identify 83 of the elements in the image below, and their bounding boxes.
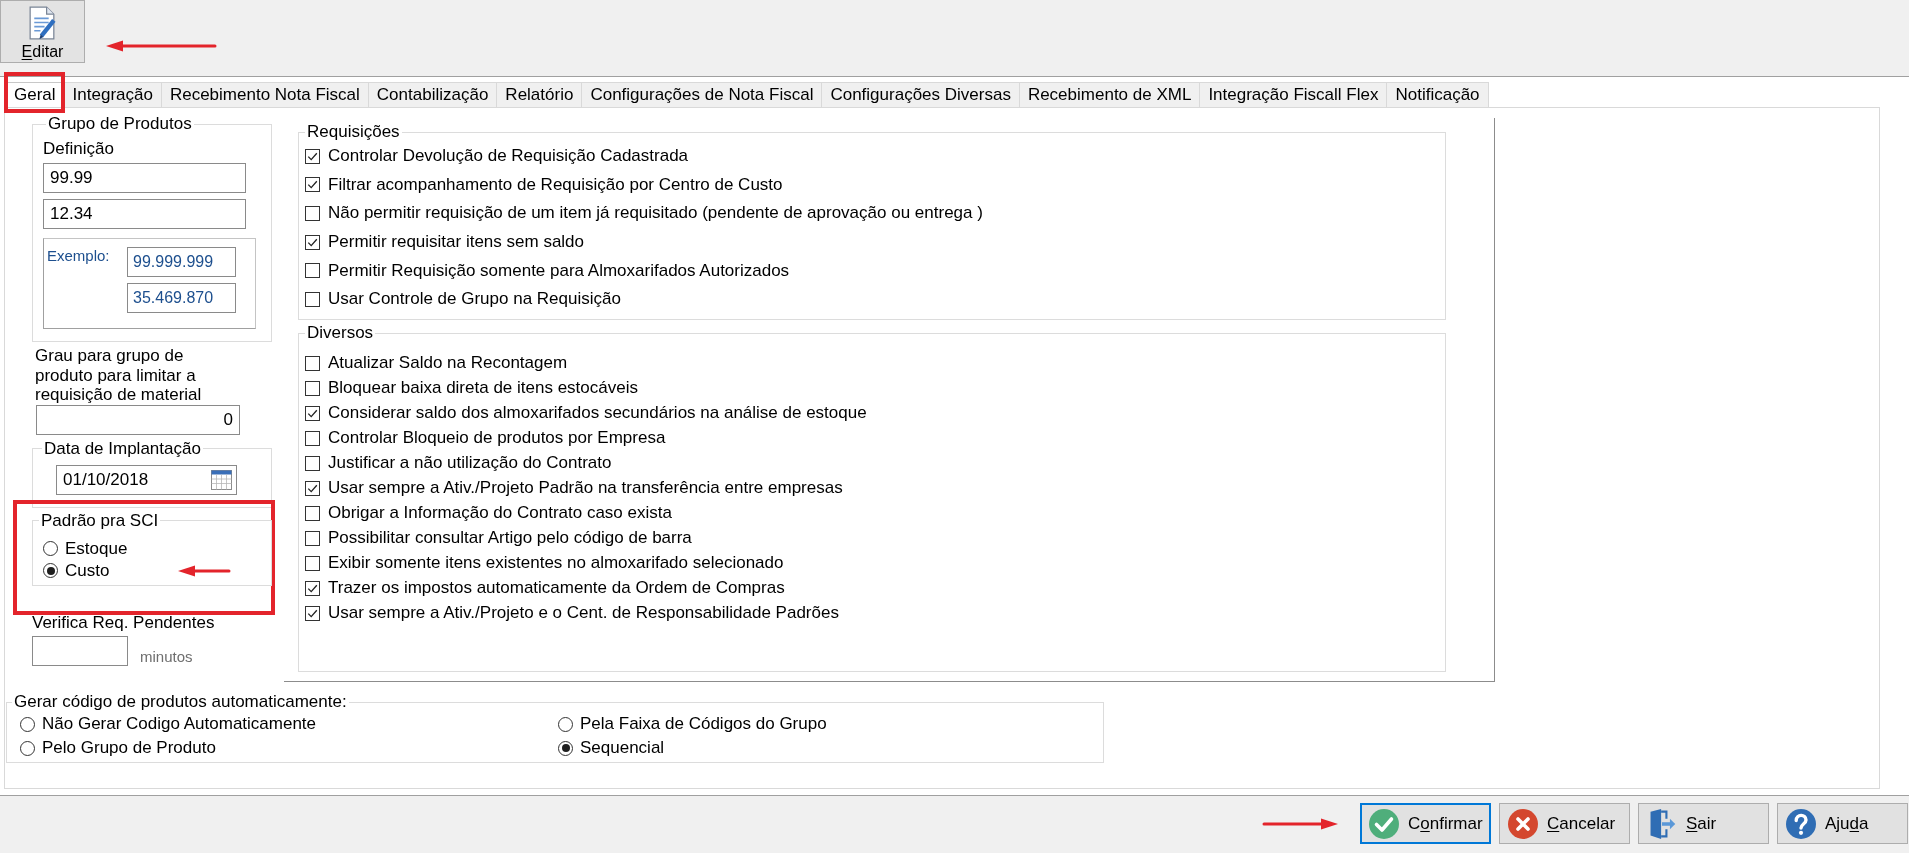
cancel-icon [1508,808,1538,839]
document-pencil-icon [28,6,57,41]
checkbox-label: Bloquear baixa direta de itens estocáveis [328,378,638,398]
checkbox[interactable] [305,263,320,279]
checkbox[interactable] [305,530,320,546]
checkbox[interactable] [305,148,320,164]
tab[interactable]: Notificação [1386,82,1489,107]
radio-label: Pelo Grupo de Produto [42,738,216,758]
checkbox[interactable] [305,505,320,521]
tab[interactable]: Configurações Diversas [821,82,1020,107]
confirm-button[interactable]: Confirmar [1360,803,1491,844]
checkbox-label: Permitir requisitar itens sem saldo [328,232,585,253]
tab[interactable]: Recebimento Nota Fiscal [160,82,369,107]
radio-label: Estoque [65,538,128,559]
checkbox[interactable] [305,405,320,421]
checkbox-label: Possibilitar consultar Artigo pelo código de barra [328,528,692,548]
checkbox-label: Atualizar Saldo na Recontagem [328,353,568,373]
check-circle-icon [1369,808,1399,839]
checkbox[interactable] [305,555,320,571]
input-field[interactable]: 12.34 [43,199,246,229]
example-field: 35.469.870 [127,283,236,313]
calendar-icon[interactable] [211,469,232,490]
input-field[interactable]: 0 [36,404,240,435]
radio-button[interactable] [558,716,573,732]
checkbox[interactable] [305,177,320,193]
checkbox[interactable] [305,480,320,496]
checkbox-label: Justificar a não utilização do Contrato [328,453,612,473]
checkbox[interactable] [305,291,320,307]
checkbox-label: Exibir somente itens existentes no almoxarifado selecionado [328,553,784,573]
checkbox-label: Permitir Requisição somente para Almoxarifados Autorizados [328,260,790,281]
checkbox[interactable] [305,234,320,250]
radio-button[interactable] [43,541,58,556]
example-field: 99.999.999 [127,247,236,277]
example-label: Exemplo: [47,247,110,265]
tab[interactable]: Integração Fiscall Flex [1199,82,1388,107]
checkbox-label: Controlar Bloqueio de produtos por Empresa [328,428,666,448]
checkbox[interactable] [305,580,320,596]
field-label: Grau para grupo de produto para limitar a requisição de material [35,346,203,405]
checkbox-label: Controlar Devolução de Requisição Cadastrada [328,146,689,167]
group-title: Grupo de Produtos [47,114,193,134]
help-icon [1786,808,1816,839]
checkbox-label: Usar Controle de Grupo na Requisição [328,289,621,310]
group-title: Gerar código de produtos automaticamente: [13,692,348,712]
checkbox-label: Usar sempre a Ativ./Projeto Padrão na transferência entre empresas [328,478,843,498]
field-label: Definição [43,139,115,159]
radio-label: Custo [65,560,110,581]
tab[interactable]: Configurações de Nota Fiscal [581,82,823,107]
group-title: Requisições [306,122,401,142]
checkbox-label: Não permitir requisição de um item já requisitado (pendente de aprovação ou entrega ) [328,203,983,224]
input-field[interactable] [32,635,128,666]
date-field[interactable]: 01/10/2018 [56,464,237,495]
radio-label: Não Gerar Codigo Automaticamente [42,714,317,734]
exit-button[interactable]: Sair [1638,803,1769,844]
input-field[interactable]: 99.99 [43,163,246,193]
help-button[interactable]: Ajuda [1777,803,1908,844]
checkbox-label: Trazer os impostos automaticamente da Ordem de Compras [328,578,785,598]
tab[interactable]: Recebimento de XML [1018,82,1201,107]
checkbox-label: Considerar saldo dos almoxarifados secundários na análise de estoque [328,403,867,423]
checkbox[interactable] [305,430,320,446]
group-title: Padrão pra SCI [40,510,160,531]
group-title: Data de Implantação [43,438,202,459]
checkbox-label: Filtrar acompanhamento de Requisição por Centro de Custo [328,174,783,195]
tab[interactable]: Relatório [496,82,583,107]
group-title: Diversos [306,323,375,343]
unit-label: minutos [140,648,193,665]
radio-button[interactable] [20,716,35,732]
checkbox[interactable] [305,605,320,621]
checkbox[interactable] [305,206,320,221]
edit-button[interactable]: Editar [0,0,85,63]
checkbox[interactable] [305,380,320,396]
radio-button[interactable] [43,563,58,578]
checkbox-label: Obrigar a Informação do Contrato caso exista [328,503,672,523]
tab[interactable]: Contabilização [367,82,498,107]
radio-label: Pela Faixa de Códigos do Grupo [580,714,827,734]
radio-button[interactable] [20,740,35,756]
radio-button[interactable] [558,740,573,756]
radio-label: Sequencial [580,738,665,758]
checkbox-label: Usar sempre a Ativ./Projeto e o Cent. de Responsabilidade Padrões [328,603,839,623]
tab[interactable]: Integração [63,82,162,107]
cancel-button[interactable]: Cancelar [1499,803,1630,844]
checkbox[interactable] [305,455,320,471]
field-label: Verifica Req. Pendentes [32,613,215,631]
checkbox[interactable] [305,355,320,371]
